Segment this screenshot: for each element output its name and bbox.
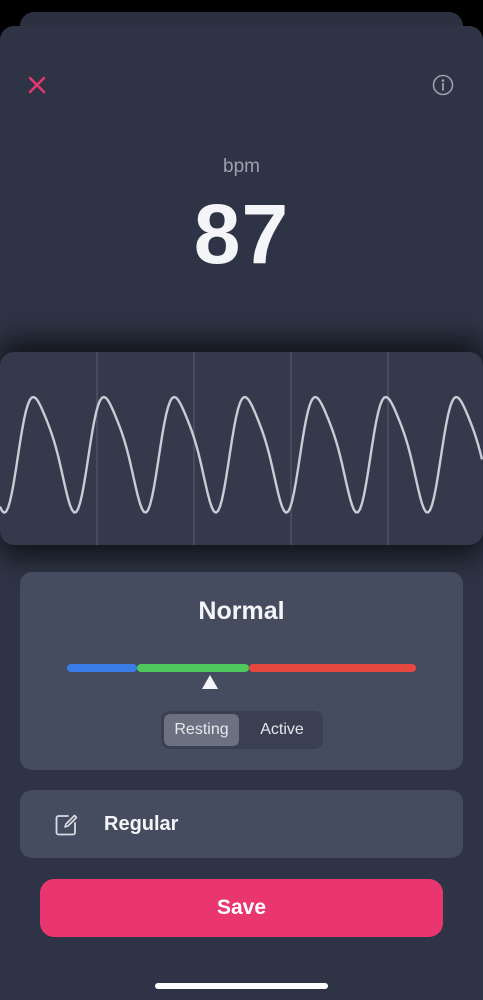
range-marker-icon bbox=[202, 675, 219, 689]
mode-selector: Resting Active bbox=[161, 711, 323, 749]
mode-resting-button[interactable]: Resting bbox=[164, 714, 239, 746]
mode-active-button[interactable]: Active bbox=[244, 714, 320, 746]
status-label: Normal bbox=[198, 597, 285, 625]
info-circle-icon bbox=[432, 74, 454, 96]
pulse-waveform bbox=[0, 352, 483, 545]
pulse-trace bbox=[0, 395, 483, 514]
range-segment-high bbox=[249, 664, 416, 672]
range-segment-low bbox=[67, 664, 137, 672]
rhythm-row[interactable]: Regular bbox=[20, 790, 463, 858]
heart-rate-unit: bpm bbox=[223, 156, 260, 177]
info-button[interactable] bbox=[430, 72, 456, 98]
home-indicator[interactable] bbox=[155, 983, 328, 989]
screen: bpm 87 Normal Resting Active Regular Sav… bbox=[0, 0, 483, 1000]
range-bar bbox=[67, 664, 416, 672]
status-card: Normal Resting Active bbox=[20, 572, 463, 770]
edit-note-icon bbox=[55, 814, 78, 836]
save-button[interactable]: Save bbox=[40, 879, 443, 937]
close-button[interactable] bbox=[22, 70, 52, 100]
range-segment-normal bbox=[137, 664, 249, 672]
heart-rate-value: 87 bbox=[193, 187, 290, 281]
waveform-graph bbox=[0, 352, 483, 545]
close-x-icon bbox=[28, 76, 46, 94]
rhythm-label: Regular bbox=[104, 813, 179, 835]
